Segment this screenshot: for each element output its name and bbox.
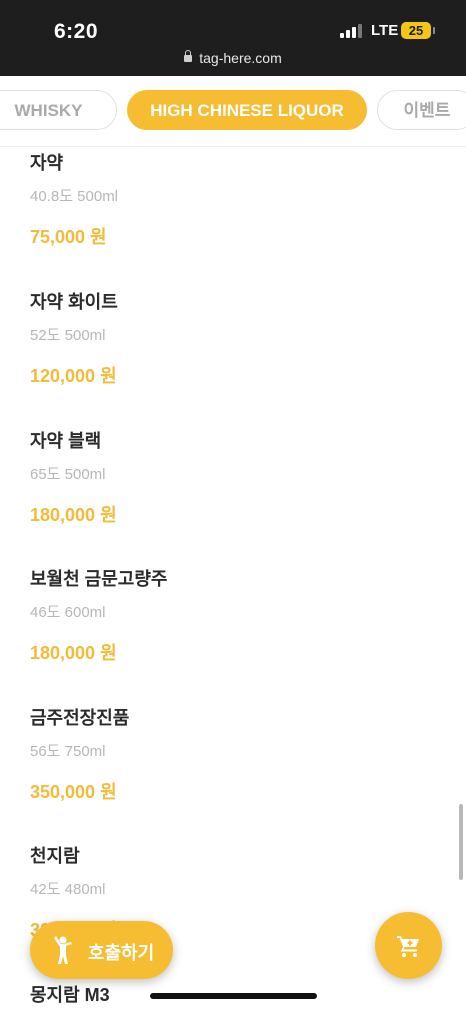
menu-item-price: 180,000 원	[30, 643, 117, 663]
call-staff-button[interactable]: 호출하기	[30, 921, 173, 979]
person-waving-icon	[54, 936, 72, 964]
menu-item-price: 180,000 원	[30, 505, 117, 525]
menu-item[interactable]: 자약 블랙 65도 500ml 180,000 원	[30, 427, 450, 525]
url-text: tag-here.com	[199, 50, 282, 66]
menu-item-name: 금주전장진품	[30, 708, 130, 728]
tab-high-chinese-liquor[interactable]: HIGH CHINESE LIQUOR	[127, 90, 367, 130]
status-time: 6:20	[54, 20, 99, 43]
menu-item-desc: 40.8도 500ml	[30, 188, 119, 205]
menu-item-name: 자약	[30, 153, 64, 173]
tab-whisky[interactable]: WHISKY	[0, 90, 117, 130]
menu-item-name: 자약 블랙	[30, 431, 102, 451]
menu-item-name: 자약 화이트	[30, 292, 118, 312]
menu-item-desc: 46도 600ml	[30, 604, 106, 621]
menu-item-name: 천지람	[30, 846, 80, 866]
menu-item-desc: 65도 500ml	[30, 466, 106, 483]
tab-event[interactable]: 이벤트	[377, 90, 466, 130]
menu-item-price: 120,000 원	[30, 366, 117, 386]
battery-icon: 25	[401, 22, 435, 39]
lock-icon	[184, 50, 193, 62]
signal-icon	[340, 24, 362, 38]
menu-item-price: 350,000 원	[30, 782, 117, 802]
cart-icon	[397, 936, 419, 957]
network-label: LTE	[371, 22, 399, 39]
menu-item[interactable]: 금주전장진품 56도 750ml 350,000 원	[30, 704, 450, 802]
menu-item-price: 75,000 원	[30, 227, 107, 247]
menu-item-name: 보월천 금문고량주	[30, 569, 168, 589]
status-bar: 6:20 LTE 25 tag-here.com	[0, 0, 466, 76]
menu-item[interactable]: 보월천 금문고량주 46도 600ml 180,000 원	[30, 565, 450, 663]
menu-item-desc: 42도 480ml	[30, 881, 106, 898]
menu-list: 자약 40.8도 500ml 75,000 원 자약 화이트 52도 500ml…	[0, 147, 466, 1009]
menu-item-desc: 52도 500ml	[30, 327, 106, 344]
scrollbar[interactable]	[459, 804, 463, 880]
menu-item-desc: 56도 750ml	[30, 743, 106, 760]
menu-item[interactable]: 자약 화이트 52도 500ml 120,000 원	[30, 288, 450, 386]
category-tabs: WHISKY HIGH CHINESE LIQUOR 이벤트	[0, 76, 466, 147]
address-bar[interactable]: tag-here.com	[0, 50, 466, 66]
cart-button[interactable]	[375, 912, 442, 979]
call-button-label: 호출하기	[88, 943, 155, 963]
menu-item[interactable]: 자약 40.8도 500ml 75,000 원	[30, 149, 450, 247]
home-indicator	[150, 993, 317, 999]
